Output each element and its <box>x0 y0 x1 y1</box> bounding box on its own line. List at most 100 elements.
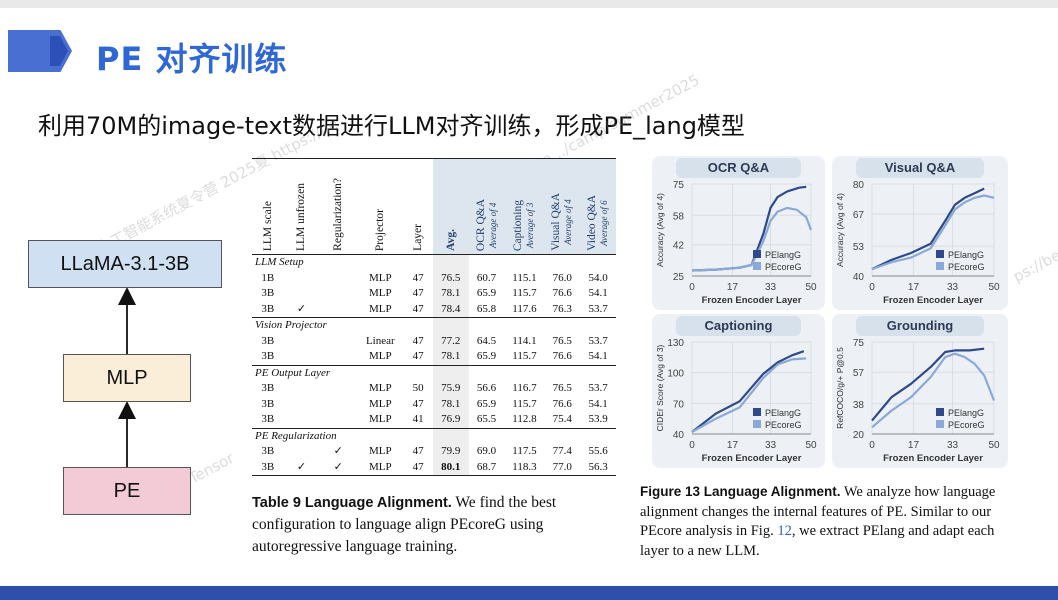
chart-title: OCR Q&A <box>676 158 801 178</box>
table-cell: 53.7 <box>588 334 608 347</box>
chart-x-tick-label: 17 <box>908 282 920 293</box>
chart-x-tick-label: 33 <box>947 440 959 451</box>
table-group-row: Vision Projector <box>252 317 616 334</box>
table-header-label: Video Q&A Average of 6 <box>586 195 610 251</box>
table-cell <box>284 412 320 428</box>
chart-y-tick-label: 53 <box>853 242 865 253</box>
table-cell: MLP <box>369 302 392 315</box>
table-cell: 75.4 <box>552 413 572 425</box>
chart-y-axis-label: Accuracy (Avg of 4) <box>835 193 845 267</box>
table-cell: 76.5 <box>552 334 572 347</box>
table-cell: 114.1 <box>512 334 537 347</box>
chart-x-axis-label: Frozen Encoder Layer <box>883 295 983 306</box>
table-cell: 116.7 <box>512 382 537 394</box>
table-cell: 76.5 <box>552 382 572 394</box>
table-cell: 3B <box>252 459 284 476</box>
table-cell: 65.5 <box>476 413 497 425</box>
table-header-cell: Visual Q&A Average of 4 <box>544 158 581 255</box>
chart-legend-label: PElangG <box>948 250 984 260</box>
table-row: 3B MLP 50 75.9 56.6 116.7 76.5 53.7 <box>252 381 616 397</box>
chart-legend-swatch <box>936 250 944 258</box>
chart-y-tick-label: 25 <box>673 272 685 283</box>
table-cell: 53.9 <box>588 413 608 425</box>
table-cell: 76.0 <box>552 271 572 284</box>
table-cell-empty <box>544 427 581 444</box>
table-cell: MLP <box>369 382 392 394</box>
chart-x-tick-label: 50 <box>988 282 1000 293</box>
table-cell: 76.9 <box>432 412 469 428</box>
chart-legend-label: PEcoreG <box>948 420 985 430</box>
chart-title: Grounding <box>856 316 984 336</box>
table-cell-empty <box>504 317 545 334</box>
table-cell: 55.6 <box>588 445 608 457</box>
table-header-cell: LLM scale <box>252 158 284 255</box>
table-cell: 47 <box>412 445 424 457</box>
table-row: 3B MLP 41 76.9 65.5 112.8 75.4 53.9 <box>252 412 616 428</box>
table-cell: 47 <box>412 334 424 347</box>
chart-svg: 40 53 67 80 0 17 33 50 Frozen Encoder Layer Accur… <box>835 180 1000 306</box>
table-cell: 78.1 <box>432 286 469 302</box>
table-header-label: Layer <box>412 224 425 251</box>
table-cell-empty <box>504 364 545 381</box>
chart-y-axis-label: Accuracy (Avg of 4) <box>655 193 665 267</box>
table-cell: ✓ <box>296 302 307 315</box>
table-cell: 56.6 <box>476 382 497 394</box>
table-cell: 77.0 <box>544 459 581 476</box>
table-row: 3B ✓ ✓ MLP 47 80.1 68.7 118.3 77.0 56.3 <box>252 459 616 476</box>
table-cell: ✓ <box>283 459 320 476</box>
table-cell: 65.8 <box>476 302 497 315</box>
table-cell-empty <box>580 254 616 271</box>
table-cell: 115.7 <box>512 287 537 299</box>
table-cell: 3B <box>261 350 275 362</box>
table-cell: 78.4 <box>432 301 469 318</box>
table-cell: 47 <box>412 350 424 362</box>
table-cell: 68.7 <box>468 459 505 476</box>
table-group-row: PE Regularization <box>252 427 616 444</box>
table-cell-empty <box>544 317 581 334</box>
chart-legend-swatch <box>753 250 761 258</box>
table-header-cell: Video Q&A Average of 6 <box>580 158 616 255</box>
table-cell: 77.2 <box>432 333 469 349</box>
table-cell: MLP <box>369 271 392 284</box>
figure-caption-ref[interactable]: 12 <box>777 523 792 539</box>
table-cell <box>319 334 357 350</box>
table-cell: 54.0 <box>588 271 608 284</box>
table-caption: Table 9 Language Alignment. We find the … <box>252 492 618 558</box>
chart-y-tick-label: 75 <box>853 338 865 349</box>
chart-y-tick-label: 80 <box>853 180 865 191</box>
table-row: 1B MLP 47 76.5 60.7 115.1 76.0 54.0 <box>252 270 616 287</box>
table-cell <box>319 286 357 302</box>
llm-box: LLaMA-3.1-3B <box>28 240 222 288</box>
table-row: 3B Linear 47 77.2 64.5 114.1 76.5 53.7 <box>252 333 616 350</box>
table-cell: 76.6 <box>552 397 572 410</box>
table-cell: 117.5 <box>512 445 537 457</box>
table-cell: 3B <box>261 287 275 299</box>
table-cell: 76.6 <box>552 287 572 299</box>
table-cell <box>319 397 357 413</box>
table-row: 3B MLP 47 78.1 65.9 115.7 76.6 54.1 <box>252 396 616 413</box>
table-header-label: Visual Q&A Average of 4 <box>550 193 574 251</box>
table-cell <box>284 381 320 397</box>
table-cell: 3B <box>261 445 275 457</box>
table-cell <box>319 271 357 287</box>
table-caption-label: Table 9 Language Alignment. <box>252 495 452 511</box>
table-cell: MLP <box>369 287 392 299</box>
chart-x-tick-label: 33 <box>765 440 777 451</box>
table-cell: 47 <box>412 271 424 284</box>
table-cell-empty <box>580 427 616 444</box>
table-cell-empty <box>504 254 545 271</box>
table-cell: 64.5 <box>476 334 497 347</box>
table-cell: 56.3 <box>580 459 616 476</box>
chart-x-tick-label: 50 <box>988 440 1000 451</box>
table-cell-empty <box>468 427 505 444</box>
table-cell-empty <box>504 427 545 444</box>
table-group-row: PE Output Layer <box>252 364 616 381</box>
chart-y-tick-label: 38 <box>853 400 865 411</box>
chart-y-tick-label: 67 <box>853 210 865 221</box>
table-cell: 1B <box>261 271 275 284</box>
table-cell: 41 <box>412 413 424 425</box>
table-cell-empty <box>432 364 469 381</box>
chart-svg: 40 70 100 130 0 17 33 50Frozen Encoder Layer CID… <box>655 338 817 464</box>
chart-legend-label: PElangG <box>948 408 984 418</box>
chart-legend-label: PEcoreG <box>765 420 802 430</box>
